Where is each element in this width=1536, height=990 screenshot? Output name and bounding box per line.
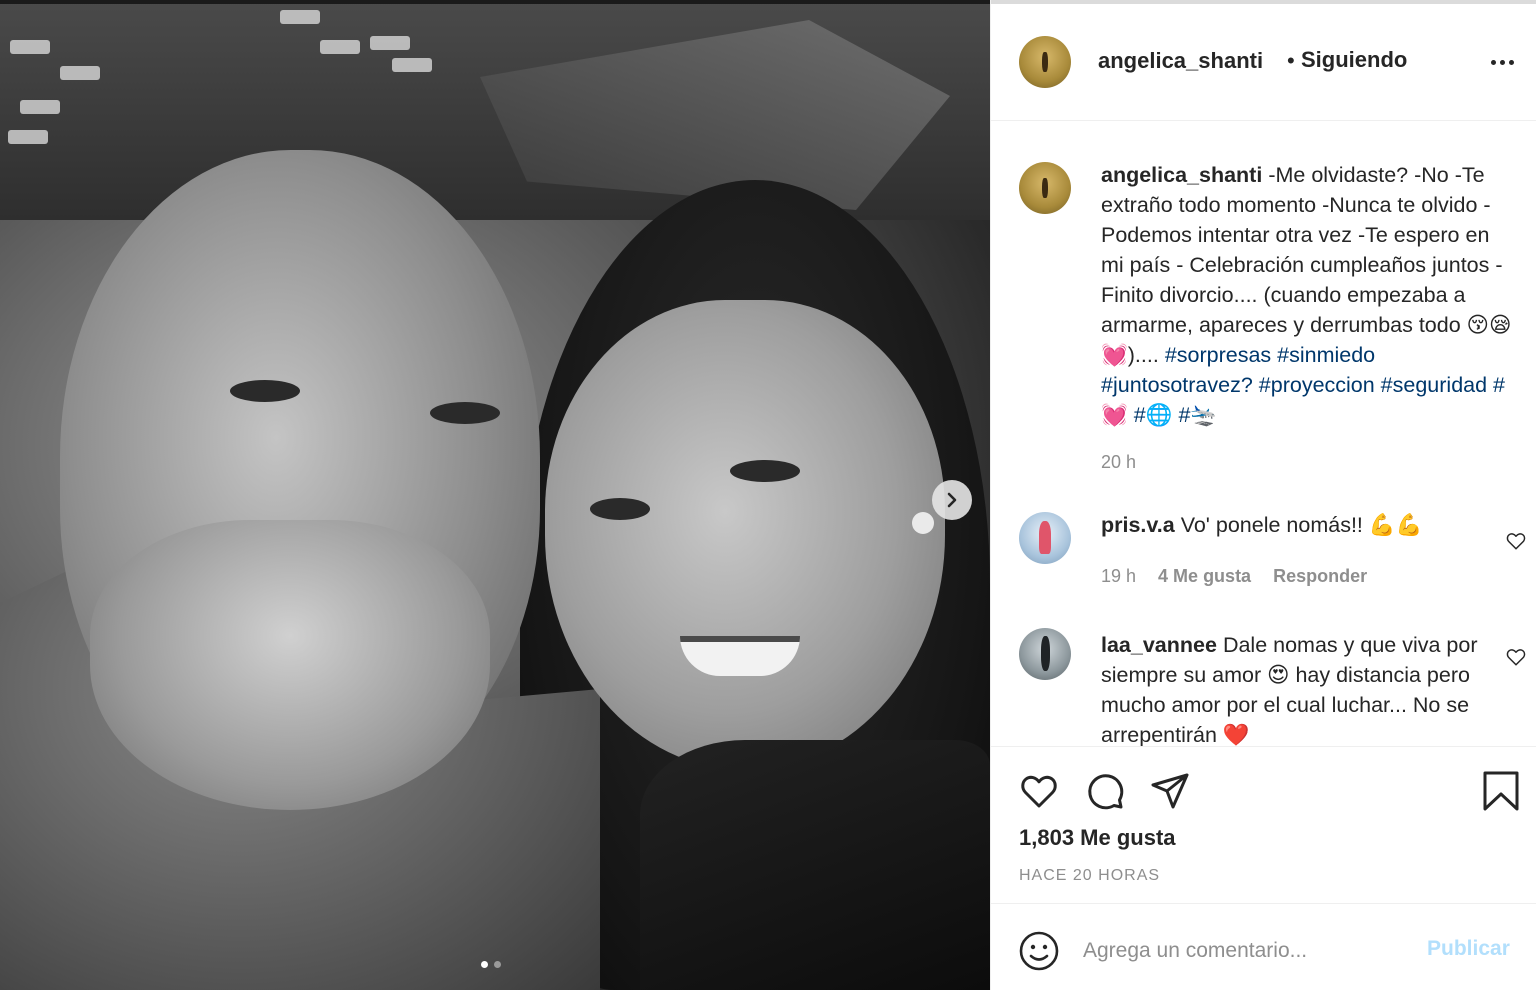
carousel-indicator	[481, 961, 501, 968]
post-actions: 1,803 Me gusta HACE 20 HORAS	[991, 746, 1536, 904]
photo-earring	[912, 512, 934, 534]
caption-text: -Me olvidaste? -No -Te extraño todo mome…	[1101, 163, 1512, 367]
more-options-button[interactable]	[1491, 52, 1519, 72]
follow-status-button[interactable]: Siguiendo	[1301, 47, 1407, 73]
comment-meta: 19 h 4 Me gusta Responder	[1101, 566, 1367, 587]
post-photo[interactable]	[0, 0, 990, 990]
like-count[interactable]: 1,803 Me gusta	[1019, 825, 1176, 851]
photo-woman-jacket	[640, 740, 990, 990]
author-avatar[interactable]	[1019, 36, 1071, 88]
comments-section[interactable]: angelica_shanti -Me olvidaste? -No -Te e…	[991, 122, 1536, 746]
carousel-dot	[494, 961, 501, 968]
caption-username[interactable]: angelica_shanti	[1101, 163, 1262, 187]
comment-username[interactable]: pris.v.a	[1101, 513, 1175, 537]
photo-top-border	[0, 0, 990, 4]
comment-item: laa_vannee Dale nomas y que viva por sie…	[991, 628, 1536, 746]
carousel-dot	[481, 961, 488, 968]
photo-woman-eye	[590, 498, 650, 520]
caption-body: angelica_shanti -Me olvidaste? -No -Te e…	[1101, 160, 1516, 430]
chevron-right-icon	[947, 492, 957, 508]
commenter-avatar[interactable]	[1019, 512, 1071, 564]
comment-body: laa_vannee Dale nomas y que viva por sie…	[1101, 630, 1516, 746]
comment-body: pris.v.a Vo' ponele nomás!! 💪💪	[1101, 510, 1516, 540]
photo-woman-eye	[730, 460, 800, 482]
comment-item: pris.v.a Vo' ponele nomás!! 💪💪 19 h 4 Me…	[991, 512, 1536, 622]
post-side-panel: angelica_shanti • Siguiendo angelica_sha…	[990, 0, 1536, 990]
comment-text: Vo' ponele nomás!! 💪💪	[1180, 513, 1423, 537]
author-username[interactable]: angelica_shanti	[1098, 48, 1263, 74]
smiley-icon[interactable]	[1017, 929, 1061, 973]
heart-icon[interactable]	[1017, 769, 1061, 813]
reply-button[interactable]: Responder	[1273, 566, 1367, 587]
comment-like-icon[interactable]	[1505, 646, 1527, 668]
paper-plane-icon[interactable]	[1149, 769, 1193, 813]
publish-button[interactable]: Publicar	[1427, 937, 1510, 961]
comment-username[interactable]: laa_vannee	[1101, 633, 1217, 657]
bookmark-icon[interactable]	[1479, 769, 1523, 813]
caption-time[interactable]: 20 h	[1101, 452, 1136, 473]
post-header: angelica_shanti • Siguiendo	[991, 4, 1536, 121]
photo-man-eye	[230, 380, 300, 402]
comment-likes[interactable]: 4 Me gusta	[1158, 566, 1251, 587]
more-icon	[1491, 59, 1496, 65]
post-caption: angelica_shanti -Me olvidaste? -No -Te e…	[991, 122, 1536, 472]
follow-separator: •	[1287, 48, 1295, 73]
photo-man-beard	[90, 520, 490, 810]
photo-man-eye	[430, 402, 500, 424]
comment-icon[interactable]	[1083, 769, 1127, 813]
photo-woman-face	[545, 300, 945, 770]
comment-time[interactable]: 19 h	[1101, 566, 1136, 587]
add-comment-bar: Publicar	[991, 905, 1536, 990]
caption-meta: 20 h	[1101, 452, 1136, 473]
post-timestamp[interactable]: HACE 20 HORAS	[1019, 867, 1160, 885]
carousel-next-button[interactable]	[932, 480, 972, 520]
commenter-avatar[interactable]	[1019, 628, 1071, 680]
caption-author-avatar[interactable]	[1019, 162, 1071, 214]
comment-input[interactable]	[1083, 933, 1403, 969]
comment-like-icon[interactable]	[1505, 530, 1527, 552]
